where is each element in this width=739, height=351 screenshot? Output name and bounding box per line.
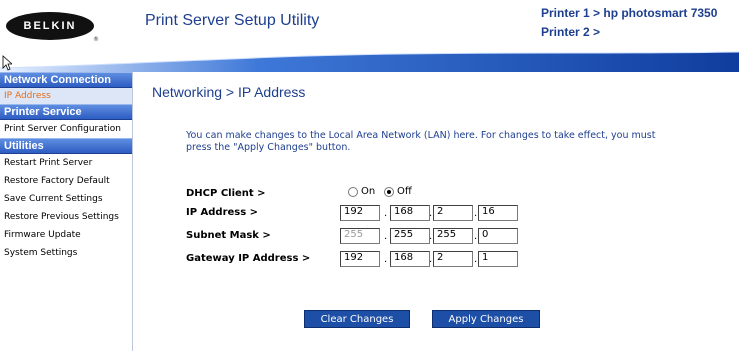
intro-text: You can make changes to the Local Area N… (186, 130, 656, 153)
sidebar-item-restore-previous-settings[interactable]: Restore Previous Settings (0, 208, 132, 226)
subnet-dot: . (429, 231, 433, 242)
logo-text: BELKIN (23, 20, 77, 32)
subnet-dot: . (474, 231, 478, 242)
sidebar-heading-utilities: Utilities (0, 138, 132, 154)
sidebar-item-firmware-update[interactable]: Firmware Update (0, 226, 132, 244)
gateway-octet-3-field[interactable]: 2 (433, 251, 473, 267)
gateway-octet-2-field[interactable]: 168 (390, 251, 430, 267)
sidebar-nav: Network Connection IP Address Printer Se… (0, 72, 133, 351)
page-title: Networking > IP Address (152, 84, 306, 100)
dhcp-off-radio[interactable] (384, 186, 394, 197)
gateway-dot: . (384, 254, 388, 265)
ip-octet-1-field[interactable]: 192 (340, 205, 380, 221)
sidebar-item-restart-print-server[interactable]: Restart Print Server (0, 154, 132, 172)
ip-octet-4-field[interactable]: 16 (478, 205, 518, 221)
sidebar-heading-printer-service: Printer Service (0, 104, 132, 120)
sidebar-heading-network-connection: Network Connection (0, 72, 132, 88)
mouse-cursor-icon (2, 55, 12, 71)
dhcp-off-label: Off (397, 186, 412, 197)
subnet-dot: . (384, 231, 388, 242)
clear-changes-button[interactable]: Clear Changes (304, 310, 410, 328)
sidebar-item-ip-address[interactable]: IP Address (0, 88, 132, 104)
printer-2-link[interactable]: Printer 2 > (541, 25, 600, 39)
sidebar-item-save-current-settings[interactable]: Save Current Settings (0, 190, 132, 208)
dhcp-client-label: DHCP Client > (186, 188, 266, 199)
subnet-octet-4-field[interactable]: 0 (478, 228, 518, 244)
printer-1-link[interactable]: Printer 1 > hp photosmart 7350 (541, 6, 717, 20)
apply-changes-button[interactable]: Apply Changes (432, 310, 540, 328)
gateway-octet-1-field[interactable]: 192 (340, 251, 380, 267)
ip-address-label: IP Address > (186, 207, 259, 218)
subnet-octet-2-field[interactable]: 255 (390, 228, 430, 244)
dhcp-on-radio[interactable] (348, 186, 358, 197)
ip-octet-3-field[interactable]: 2 (433, 205, 473, 221)
ip-dot: . (474, 208, 478, 219)
subnet-octet-1-field: 255 (340, 228, 380, 244)
ip-dot: . (429, 208, 433, 219)
sidebar-item-system-settings[interactable]: System Settings (0, 244, 132, 262)
ip-dot: . (384, 208, 388, 219)
gateway-ip-label: Gateway IP Address > (186, 253, 311, 264)
subnet-octet-3-field[interactable]: 255 (433, 228, 473, 244)
dhcp-off-option[interactable]: Off (384, 186, 412, 197)
app-title: Print Server Setup Utility (145, 12, 320, 29)
gateway-octet-4-field[interactable]: 1 (478, 251, 518, 267)
dhcp-on-label: On (361, 186, 376, 197)
sidebar-item-restore-factory-default[interactable]: Restore Factory Default (0, 172, 132, 190)
subnet-mask-label: Subnet Mask > (186, 230, 271, 241)
header-swoosh-decoration (0, 51, 739, 72)
gateway-dot: . (474, 254, 478, 265)
ip-octet-2-field[interactable]: 168 (390, 205, 430, 221)
sidebar-item-print-server-configuration[interactable]: Print Server Configuration (0, 120, 132, 138)
belkin-logo[interactable]: BELKIN ® (6, 12, 99, 43)
gateway-dot: . (429, 254, 433, 265)
dhcp-on-option[interactable]: On (348, 186, 375, 197)
